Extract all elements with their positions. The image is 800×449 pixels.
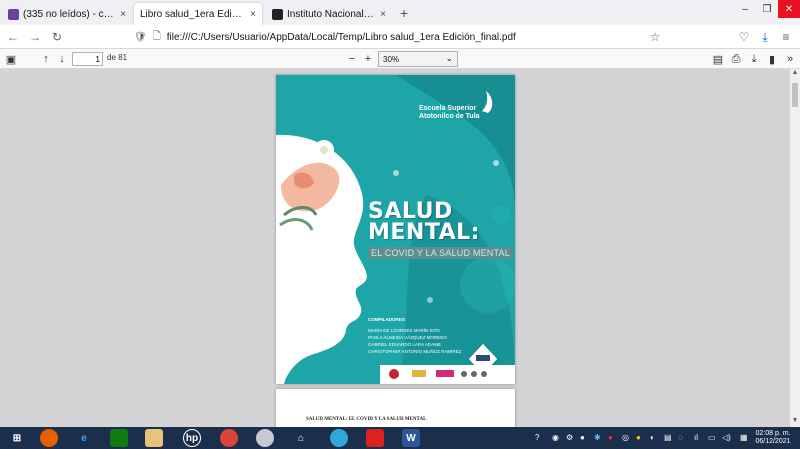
- tray-icon[interactable]: ◐: [650, 433, 655, 442]
- file-icon: 🗋: [152, 30, 161, 42]
- wifi-icon[interactable]: ıl: [694, 433, 698, 442]
- tab-email[interactable]: (335 no leídos) - colegio.cienc ×: [2, 3, 132, 25]
- bookmark-star-icon[interactable]: ☆: [646, 28, 664, 46]
- pocket-icon[interactable]: ♡: [735, 28, 753, 46]
- page-2-heading: SALUD MENTAL: EL COVID Y LA SALUD MENTAL: [306, 417, 427, 422]
- compiler-name: CHRISTOPHER ANTONIO MUÑOZ RAMÍREZ: [368, 349, 462, 354]
- tray-icon[interactable]: ●: [580, 433, 585, 442]
- page-count: de 81: [107, 53, 128, 62]
- tray-icon[interactable]: ◉: [552, 433, 559, 442]
- pdf-viewer[interactable]: Escuela Superior Atotonilco de Tula SALU…: [0, 69, 800, 427]
- tab-bar: (335 no leídos) - colegio.cienc × Libro …: [0, 0, 800, 25]
- tab-label: Libro salud_1era Edición_final.pdf: [140, 8, 245, 20]
- presentation-mode-icon[interactable]: ▤: [710, 51, 726, 67]
- forward-button[interactable]: →: [26, 28, 44, 46]
- page-number-input[interactable]: [72, 52, 103, 66]
- navigation-bar: ← → ↻ 🛡 🗋 file:///C:/Users/Usuario/AppDa…: [0, 25, 800, 49]
- zoom-out-icon[interactable]: −: [344, 51, 360, 67]
- bookmark-icon[interactable]: ▮: [764, 51, 780, 67]
- clock-date: 06/12/2021: [755, 438, 791, 445]
- tab-close-icon[interactable]: ×: [380, 9, 386, 20]
- previous-page-icon[interactable]: ↑: [38, 51, 54, 67]
- file-explorer-icon[interactable]: [145, 429, 163, 447]
- compiler-name: PAOLA ALMEIDA VÁZQUEZ MORENO: [368, 335, 447, 340]
- battery-icon[interactable]: ▭: [708, 433, 716, 442]
- clock-time: 02:08 p. m.: [755, 430, 791, 437]
- zoom-in-icon[interactable]: +: [360, 51, 376, 67]
- downloads-icon[interactable]: ⤓: [756, 28, 774, 46]
- pdf-page-cover: Escuela Superior Atotonilco de Tula SALU…: [276, 75, 515, 384]
- address-bar[interactable]: 🛡 🗋 file:///C:/Users/Usuario/AppData/Loc…: [134, 28, 664, 46]
- sidebar-toggle-icon[interactable]: ▣: [3, 51, 19, 67]
- hp-icon[interactable]: hp: [183, 429, 201, 447]
- tab-pdf[interactable]: Libro salud_1era Edición_final.pdf ×: [134, 3, 262, 25]
- zoom-select[interactable]: 30% ⌄: [378, 51, 458, 67]
- back-button[interactable]: ←: [4, 28, 22, 46]
- sponsor-logos: [380, 365, 515, 384]
- tab-label: (335 no leídos) - colegio.cienc: [23, 8, 114, 20]
- tray-icon[interactable]: ⚙: [566, 433, 573, 442]
- compiler-name: MARÍA DE LOURDES MARÍN SITO: [368, 328, 440, 333]
- menu-icon[interactable]: ≡: [777, 28, 795, 46]
- media-icon[interactable]: [256, 429, 274, 447]
- tab-close-icon[interactable]: ×: [250, 9, 256, 20]
- scroll-up-icon[interactable]: ▲: [790, 69, 800, 79]
- mail-icon: [8, 8, 19, 20]
- cover-subtitle: EL COVID Y LA SALUD MENTAL: [368, 247, 513, 259]
- tab-label: Instituto Nacional del Derecho: [287, 8, 374, 20]
- tools-icon[interactable]: »: [782, 51, 798, 67]
- institute-logo-icon: [272, 8, 283, 20]
- school-line-2: Atotonilco de Tula: [419, 113, 480, 120]
- scroll-thumb[interactable]: [792, 83, 798, 107]
- windows-start-icon[interactable]: ⊞: [8, 429, 26, 447]
- tab-close-icon[interactable]: ×: [120, 9, 126, 20]
- next-page-icon[interactable]: ↓: [54, 51, 70, 67]
- volume-icon[interactable]: ◁): [722, 433, 731, 442]
- save-icon[interactable]: ⤓: [746, 51, 762, 67]
- chrome-icon[interactable]: [220, 429, 238, 447]
- pdf-page-2: SALUD MENTAL: EL COVID Y LA SALUD MENTAL: [276, 389, 515, 427]
- school-line-1: Escuela Superior: [419, 105, 477, 112]
- scroll-down-icon[interactable]: ▼: [790, 417, 800, 427]
- cover-title-line-2: MENTAL:: [368, 220, 480, 245]
- new-tab-button[interactable]: +: [400, 5, 408, 21]
- tray-icon[interactable]: ●: [636, 433, 641, 442]
- shield-icon[interactable]: 🛡: [134, 32, 147, 43]
- help-icon[interactable]: ?: [535, 433, 539, 442]
- cover-title-line-1: SALUD: [368, 199, 453, 224]
- compilers-list: MARÍA DE LOURDES MARÍN SITO PAOLA ALMEID…: [368, 327, 461, 355]
- firefox-icon[interactable]: [40, 429, 58, 447]
- url-text[interactable]: file:///C:/Users/Usuario/AppData/Local/T…: [167, 32, 516, 43]
- tray-icon[interactable]: ●: [608, 433, 613, 442]
- reload-button[interactable]: ↻: [48, 28, 66, 46]
- viewer-scrollbar[interactable]: ▲ ▼: [790, 69, 800, 427]
- tray-icon[interactable]: ✱: [594, 433, 601, 442]
- tray-icon[interactable]: ◎: [622, 433, 629, 442]
- print-icon[interactable]: ⎙: [728, 51, 744, 67]
- cover-title: SALUD MENTAL:: [368, 199, 480, 245]
- edge-icon[interactable]: [330, 429, 348, 447]
- school-name: Escuela Superior Atotonilco de Tula: [419, 105, 480, 121]
- compilers-heading: COMPILADORES: [368, 317, 405, 322]
- windows-taskbar: ⊞ e hp ⌂ W ? ◉ ⚙ ● ✱ ● ◎ ● ◐ ▤ ◌ ıl ▭ ◁)…: [0, 427, 800, 449]
- close-window-button[interactable]: ✕: [778, 0, 800, 18]
- compiler-name: GABRIEL EDUARDO LARA ADAME: [368, 342, 441, 347]
- store-icon[interactable]: [110, 429, 128, 447]
- zoom-value: 30%: [383, 54, 400, 64]
- pdf-toolbar: ▣ ↑ ↓ de 81 − + 30% ⌄ ▤ ⎙ ⤓ ▮ »: [0, 49, 800, 69]
- home-icon[interactable]: ⌂: [292, 429, 310, 447]
- chevron-down-icon: ⌄: [445, 53, 453, 63]
- tray-icon[interactable]: ▤: [664, 433, 672, 442]
- keyboard-icon[interactable]: ▦: [740, 433, 748, 442]
- clock[interactable]: 02:08 p. m. 06/12/2021: [755, 430, 791, 446]
- minimize-button[interactable]: –: [734, 0, 756, 18]
- acrobat-icon[interactable]: [366, 429, 384, 447]
- internet-explorer-icon[interactable]: e: [75, 429, 93, 447]
- word-icon[interactable]: W: [402, 429, 420, 447]
- tray-icon[interactable]: ◌: [678, 433, 683, 442]
- maximize-button[interactable]: ❐: [756, 0, 778, 18]
- tab-instituto[interactable]: Instituto Nacional del Derecho ×: [266, 3, 392, 25]
